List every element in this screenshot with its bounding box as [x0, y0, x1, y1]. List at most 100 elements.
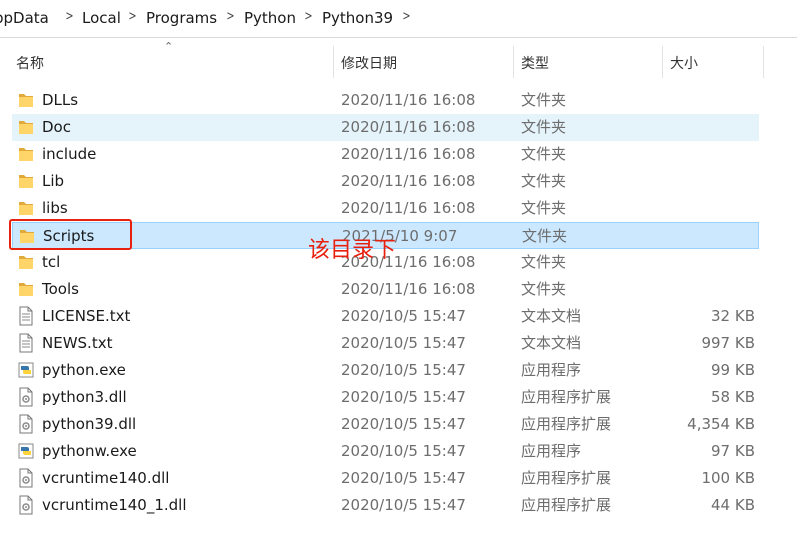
file-name: vcruntime140_1.dll	[42, 496, 187, 514]
file-name: Lib	[42, 172, 65, 190]
file-size: 99 KB	[711, 361, 755, 379]
breadcrumb-programs[interactable]: Programs	[146, 9, 217, 27]
dll-file-icon	[18, 468, 34, 488]
file-row[interactable]: pythonw.exe 2020/10/5 15:47 应用程序 97 KB	[12, 438, 759, 465]
file-type: 文件夹	[521, 253, 567, 271]
file-row[interactable]: Doc 2020/11/16 16:08 文件夹	[12, 114, 759, 141]
file-date: 2020/11/16 16:08	[341, 145, 476, 163]
chevron-right-icon[interactable]: >	[304, 9, 312, 24]
file-type: 应用程序扩展	[521, 496, 612, 514]
chevron-right-icon[interactable]: >	[226, 9, 234, 24]
file-type: 文本文档	[521, 334, 582, 352]
file-row[interactable]: Lib 2020/11/16 16:08 文件夹	[12, 168, 759, 195]
breadcrumb-local[interactable]: Local	[82, 9, 121, 27]
file-type: 文件夹	[521, 118, 567, 136]
breadcrumb-python39[interactable]: Python39	[322, 9, 393, 27]
python-app-icon	[18, 441, 34, 461]
chevron-right-icon[interactable]: >	[402, 9, 410, 24]
file-row[interactable]: vcruntime140_1.dll 2020/10/5 15:47 应用程序扩展 4…	[12, 492, 759, 519]
file-name: include	[42, 145, 97, 163]
file-row[interactable]: python3.dll 2020/10/5 15:47 应用程序扩展 58 KB	[12, 384, 759, 411]
file-name: python3.dll	[42, 388, 127, 406]
file-date: 2020/11/16 16:08	[341, 280, 476, 298]
file-type: 应用程序扩展	[521, 469, 612, 487]
file-row[interactable]: python39.dll 2020/10/5 15:47 应用程序扩展 4,354 K…	[12, 411, 759, 438]
folder-icon	[18, 279, 34, 299]
chevron-right-icon[interactable]: >	[65, 9, 73, 24]
file-row[interactable]: vcruntime140.dll 2020/10/5 15:47 应用程序扩展 100…	[12, 465, 759, 492]
file-row[interactable]: LICENSE.txt 2020/10/5 15:47 文本文档 32 KB	[12, 303, 759, 330]
file-date: 2020/11/16 16:08	[341, 199, 476, 217]
file-name: Tools	[42, 280, 79, 298]
file-size: 100 KB	[701, 469, 755, 487]
column-header-type[interactable]: 类型	[521, 53, 549, 73]
file-size: 32 KB	[711, 307, 755, 325]
file-date: 2020/11/16 16:08	[341, 118, 476, 136]
file-name: LICENSE.txt	[42, 307, 131, 325]
file-date: 2020/10/5 15:47	[341, 415, 466, 433]
breadcrumb-python[interactable]: Python	[244, 9, 296, 27]
file-row[interactable]: Tools 2020/11/16 16:08 文件夹	[12, 276, 759, 303]
column-divider[interactable]	[763, 46, 764, 78]
folder-icon	[18, 252, 34, 272]
column-divider[interactable]	[333, 46, 334, 78]
column-divider[interactable]	[662, 46, 663, 78]
file-date: 2020/10/5 15:47	[341, 442, 466, 460]
file-name: libs	[42, 199, 68, 217]
highlight-box	[9, 219, 132, 250]
file-date: 2020/10/5 15:47	[341, 307, 466, 325]
folder-icon	[18, 171, 34, 191]
file-date: 2020/10/5 15:47	[341, 334, 466, 352]
file-type: 文件夹	[521, 91, 567, 109]
file-name: pythonw.exe	[42, 442, 137, 460]
file-row[interactable]: include 2020/11/16 16:08 文件夹	[12, 141, 759, 168]
file-row[interactable]: python.exe 2020/10/5 15:47 应用程序 99 KB	[12, 357, 759, 384]
address-breadcrumb: ppData > Local > Programs > Python > Pyt…	[0, 0, 797, 38]
file-row[interactable]: NEWS.txt 2020/10/5 15:47 文本文档 997 KB	[12, 330, 759, 357]
file-type: 应用程序	[521, 442, 582, 460]
text-file-icon	[18, 333, 34, 353]
file-name: NEWS.txt	[42, 334, 113, 352]
column-divider[interactable]	[513, 46, 514, 78]
column-header-date[interactable]: 修改日期	[341, 53, 397, 73]
dll-file-icon	[18, 495, 34, 515]
column-header-size[interactable]: 大小	[670, 53, 698, 73]
file-type: 文件夹	[521, 145, 567, 163]
python-app-icon	[18, 360, 34, 380]
file-date: 2020/10/5 15:47	[341, 361, 466, 379]
file-type: 应用程序扩展	[521, 388, 612, 406]
chevron-right-icon[interactable]: >	[128, 9, 136, 24]
file-name: Doc	[42, 118, 71, 136]
file-date: 2020/10/5 15:47	[341, 496, 466, 514]
file-size: 97 KB	[711, 442, 755, 460]
file-name: tcl	[42, 253, 61, 271]
sort-ascending-icon: ⌃	[164, 40, 174, 53]
folder-icon	[18, 144, 34, 164]
file-type: 应用程序	[521, 361, 582, 379]
dll-file-icon	[18, 414, 34, 434]
folder-icon	[18, 198, 34, 218]
folder-icon	[18, 117, 34, 137]
folder-icon	[18, 90, 34, 110]
file-date: 2020/11/16 16:08	[341, 172, 476, 190]
file-name: python39.dll	[42, 415, 137, 433]
file-name: DLLs	[42, 91, 79, 109]
file-size: 58 KB	[711, 388, 755, 406]
file-size: 4,354 KB	[687, 415, 755, 433]
file-type: 文本文档	[521, 307, 582, 325]
annotation-label: 该目录下	[308, 238, 397, 263]
breadcrumb-appdata[interactable]: ppData	[0, 9, 49, 27]
file-row[interactable]: libs 2020/11/16 16:08 文件夹	[12, 195, 759, 222]
file-size: 44 KB	[711, 496, 755, 514]
dll-file-icon	[18, 387, 34, 407]
file-type: 文件夹	[521, 280, 567, 298]
file-date: 2020/10/5 15:47	[341, 388, 466, 406]
text-file-icon	[18, 306, 34, 326]
file-size: 997 KB	[701, 334, 755, 352]
file-date: 2020/11/16 16:08	[341, 91, 476, 109]
file-type: 文件夹	[522, 227, 568, 245]
file-date: 2020/10/5 15:47	[341, 469, 466, 487]
file-row[interactable]: DLLs 2020/11/16 16:08 文件夹	[12, 87, 759, 114]
file-type: 文件夹	[521, 199, 567, 217]
column-header-name[interactable]: 名称	[16, 53, 44, 73]
